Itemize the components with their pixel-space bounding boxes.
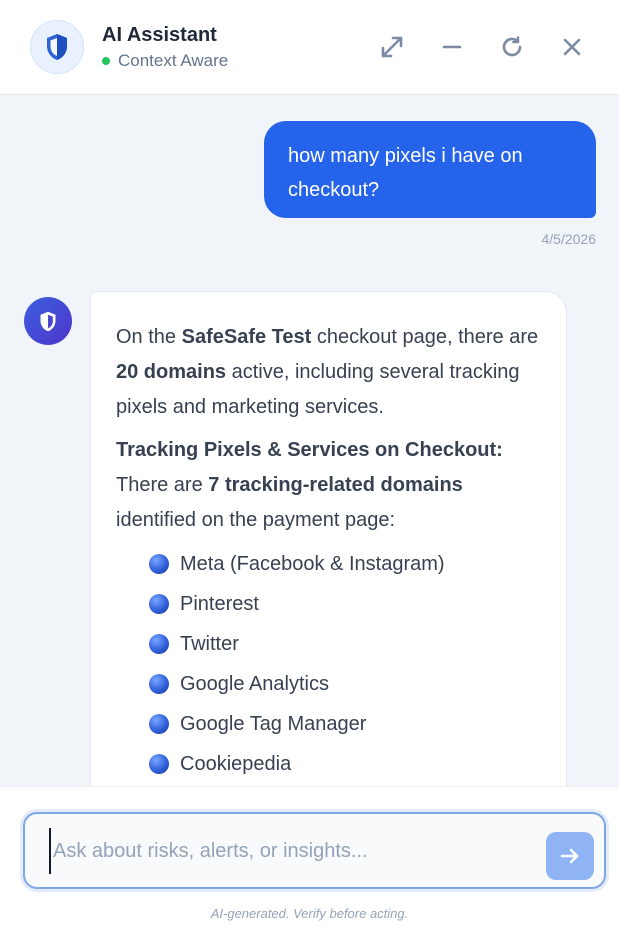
bullet-icon	[149, 554, 169, 574]
details-paragraph: Tracking Pixels & Services on Checkout: T…	[116, 433, 542, 538]
refresh-icon	[502, 36, 522, 57]
minimize-icon	[442, 45, 462, 49]
panel-header: AI Assistant Context Aware	[0, 0, 619, 95]
input-container[interactable]	[23, 812, 606, 889]
bot-avatar	[24, 297, 72, 345]
tracking-list: Meta (Facebook & Instagram) Pinterest Tw…	[116, 544, 542, 784]
text-span: identified on the payment page:	[116, 509, 396, 531]
disclaimer-text: AI-generated. Verify before acting.	[210, 906, 409, 921]
user-message: how many pixels i have on checkout?	[264, 121, 596, 218]
bullet-icon	[149, 714, 169, 734]
assistant-avatar	[30, 20, 84, 74]
list-item-label: Google Analytics	[180, 672, 329, 695]
bullet-icon	[149, 594, 169, 614]
status-dot	[102, 57, 110, 65]
status-indicator: Context Aware	[102, 51, 228, 71]
expand-button[interactable]	[372, 27, 412, 67]
text-span: On the	[116, 326, 182, 348]
arrow-right-icon	[560, 848, 579, 864]
section-heading: Tracking Pixels & Services on Checkout:	[116, 439, 503, 461]
list-item: Twitter	[149, 624, 542, 664]
composer: AI-generated. Verify before acting.	[0, 786, 619, 946]
refresh-button[interactable]	[492, 27, 532, 67]
list-item: Google Analytics	[149, 664, 542, 704]
expand-icon	[381, 36, 403, 58]
minimize-button[interactable]	[432, 27, 472, 67]
bullet-icon	[149, 674, 169, 694]
status-text: Context Aware	[118, 51, 229, 70]
assistant-message: On the SafeSafe Test checkout page, ther…	[90, 291, 567, 786]
list-item-label: Cookiepedia	[180, 752, 292, 775]
shield-icon	[47, 34, 67, 60]
message-list[interactable]: how many pixels i have on checkout? 4/5/…	[0, 96, 619, 786]
list-item-label: Meta (Facebook & Instagram)	[180, 552, 445, 575]
bullet-icon	[149, 754, 169, 774]
close-icon	[563, 38, 581, 56]
header-title: AI Assistant	[102, 24, 217, 46]
shield-icon	[40, 311, 56, 331]
tracking-count: 7 tracking-related domains	[208, 474, 463, 496]
message-timestamp: 4/5/2026	[541, 231, 597, 247]
close-button[interactable]	[552, 27, 592, 67]
list-item-label: Twitter	[180, 632, 239, 655]
list-item-label: Google Tag Manager	[180, 712, 367, 735]
send-button[interactable]	[546, 832, 594, 880]
domain-count: 20 domains	[116, 361, 227, 383]
list-item: Google Tag Manager	[149, 704, 542, 744]
list-item-label: Pinterest	[180, 592, 259, 615]
list-item: Meta (Facebook & Instagram)	[149, 544, 542, 584]
list-item: Pinterest	[149, 584, 542, 624]
list-item: Cookiepedia	[149, 744, 542, 784]
ai-assistant-panel: AI Assistant Context Aware how many pixe…	[0, 0, 619, 946]
store-name: SafeSafe Test	[181, 326, 312, 348]
summary-paragraph: On the SafeSafe Test checkout page, ther…	[116, 320, 542, 425]
text-span: checkout page, there are	[311, 326, 539, 348]
bullet-icon	[149, 634, 169, 654]
text-span: There are	[116, 474, 209, 496]
message-input[interactable]	[49, 828, 539, 874]
